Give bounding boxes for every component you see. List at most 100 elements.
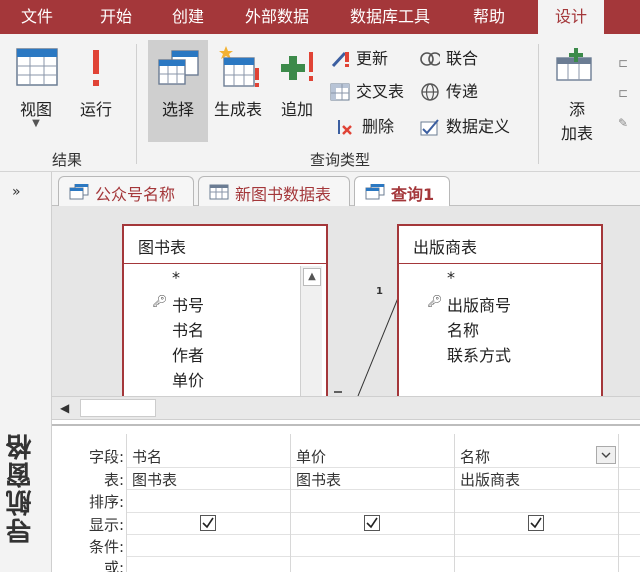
ribbon-divider xyxy=(136,44,137,164)
delete-label: 删除 xyxy=(362,117,395,136)
globe-icon xyxy=(421,83,439,101)
nav-pane-toggle-icon[interactable]: » xyxy=(12,184,21,200)
pass-through-button[interactable]: 传递 xyxy=(420,79,490,105)
field-list-title: 出版商表 xyxy=(413,238,478,257)
grid-line xyxy=(126,534,640,535)
table-cell[interactable]: 出版商表 xyxy=(460,469,520,490)
make-table-button[interactable]: 生成表 xyxy=(210,40,266,142)
field-list-title: 图书表 xyxy=(138,238,187,257)
row-header-criteria: 条件: xyxy=(88,538,124,556)
append-label: 追加 xyxy=(280,100,313,119)
field-dropdown-button[interactable] xyxy=(596,446,616,464)
query-icon xyxy=(365,184,385,200)
crosstab-button[interactable]: 交叉表 xyxy=(330,79,416,105)
field-item[interactable]: 书名 xyxy=(172,317,204,341)
chevron-down-icon xyxy=(601,452,611,458)
field-item[interactable]: * xyxy=(447,268,455,287)
append-button[interactable]: 追加 xyxy=(272,40,322,142)
query-design-grid: 字段: 表: 排序: 显示: 条件: 或: 书名 图书表 单价 图书表 名称 出… xyxy=(52,424,640,572)
tab-new-book-table[interactable]: 新图书数据表 xyxy=(198,176,350,207)
select-query-button[interactable]: 选择 xyxy=(148,40,208,142)
menu-help[interactable]: 帮助 xyxy=(460,0,518,34)
pass-through-label: 传递 xyxy=(446,82,479,101)
table-cell[interactable]: 图书表 xyxy=(296,469,341,490)
field-item[interactable]: 单价 xyxy=(172,367,204,391)
relationship-join-line[interactable] xyxy=(328,286,408,396)
grid-column-border xyxy=(618,434,619,572)
run-exclamation-icon xyxy=(93,50,99,86)
select-label: 选择 xyxy=(161,100,194,119)
field-item[interactable]: 书号 xyxy=(172,292,204,316)
make-table-icon xyxy=(219,46,259,87)
show-checkbox[interactable] xyxy=(200,515,216,531)
field-item[interactable]: * xyxy=(172,268,180,287)
menu-database-tools[interactable]: 数据库工具 xyxy=(338,0,442,34)
row-header-show: 显示: xyxy=(88,516,124,534)
table-cell[interactable]: 图书表 xyxy=(132,469,177,490)
field-item[interactable]: 作者 xyxy=(172,342,204,366)
primary-key-icon: 🔑︎ xyxy=(152,294,168,308)
ribbon: 视图 ▼ 运行 结果 选择 生成表 追加 更新 交叉表 删除 联合 传递 数据定… xyxy=(0,34,640,172)
scroll-thumb[interactable] xyxy=(80,399,156,417)
tab-label: 新图书数据表 xyxy=(235,185,332,204)
view-button[interactable]: 视图 ▼ xyxy=(6,42,66,142)
select-query-icon xyxy=(158,50,199,85)
grid-line xyxy=(126,489,640,490)
menu-home[interactable]: 开始 xyxy=(86,0,146,34)
field-list-scrollbar[interactable]: ▲ xyxy=(300,266,322,396)
tab-wechat-query[interactable]: 公众号名称 xyxy=(58,176,194,207)
delete-button[interactable]: 删除 xyxy=(336,114,416,140)
update-label: 更新 xyxy=(356,49,389,68)
row-header-field: 字段: xyxy=(88,448,124,466)
field-cell[interactable]: 书名 xyxy=(132,446,162,467)
join-one-label: 1 xyxy=(376,286,383,297)
add-table-label-1: 添 xyxy=(568,100,585,119)
field-list-publisher-table[interactable]: 出版商表 * 🔑︎ 出版商号 名称 联系方式 xyxy=(397,224,603,396)
show-checkbox[interactable] xyxy=(364,515,380,531)
field-cell[interactable]: 单价 xyxy=(296,446,326,467)
query-icon xyxy=(69,184,89,200)
grid-line xyxy=(126,512,640,513)
field-item[interactable]: 出版商号 xyxy=(447,292,511,316)
menu-create[interactable]: 创建 xyxy=(160,0,216,34)
crosstab-label: 交叉表 xyxy=(356,82,405,101)
field-item[interactable]: 名称 xyxy=(447,317,479,341)
field-item[interactable]: 联系方式 xyxy=(447,342,511,366)
view-label: 视图 xyxy=(19,100,52,119)
delete-x-icon xyxy=(338,120,352,135)
run-button[interactable]: 运行 xyxy=(70,42,122,142)
tab-query1[interactable]: 查询1 xyxy=(354,176,450,208)
checkmark-icon xyxy=(202,517,214,529)
update-button[interactable]: 更新 xyxy=(330,46,416,72)
menu-file[interactable]: 文件 xyxy=(8,0,66,34)
query-design-surface: 图书表 * 🔑︎ 书号 书名 作者 单价 ▲ 1 出版商表 * 🔑︎ 出版商号 … xyxy=(52,206,640,396)
datasheet-view-icon xyxy=(16,48,58,86)
chevron-down-icon[interactable]: ▼ xyxy=(6,118,66,129)
menu-external-data[interactable]: 外部数据 xyxy=(234,0,320,34)
grid-line xyxy=(126,556,640,557)
tab-label: 公众号名称 xyxy=(95,185,176,204)
menu-design[interactable]: 设计 xyxy=(538,0,604,34)
pencil-icon xyxy=(331,51,349,68)
nav-pane-title[interactable]: 导航窗格 xyxy=(2,425,50,551)
add-table-button[interactable]: 添 加表 xyxy=(550,40,604,143)
results-group-label: 结果 xyxy=(51,151,82,169)
table-icon xyxy=(209,184,229,200)
field-list-divider xyxy=(399,263,601,264)
data-definition-button[interactable]: 数据定义 xyxy=(420,114,522,140)
field-cell[interactable]: 名称 xyxy=(460,446,490,467)
data-definition-icon xyxy=(420,119,439,136)
show-checkbox[interactable] xyxy=(528,515,544,531)
menu-bar: 文件 开始 创建 外部数据 数据库工具 帮助 设计 xyxy=(0,0,640,34)
append-plus-icon xyxy=(281,52,313,81)
design-horizontal-scrollbar[interactable]: ◀ xyxy=(52,396,640,420)
primary-key-icon: 🔑︎ xyxy=(427,294,443,308)
scroll-up-icon[interactable]: ▲ xyxy=(303,268,321,286)
field-list-book-table[interactable]: 图书表 * 🔑︎ 书号 书名 作者 单价 ▲ xyxy=(122,224,328,396)
ribbon-overflow-icons[interactable]: ⊏ ⊏ ✎ xyxy=(618,48,634,138)
union-rings-icon xyxy=(420,52,440,66)
scroll-left-icon[interactable]: ◀ xyxy=(60,401,69,415)
add-table-icon xyxy=(556,48,592,81)
union-button[interactable]: 联合 xyxy=(420,46,490,72)
query-type-group-label: 查询类型 xyxy=(309,151,370,169)
